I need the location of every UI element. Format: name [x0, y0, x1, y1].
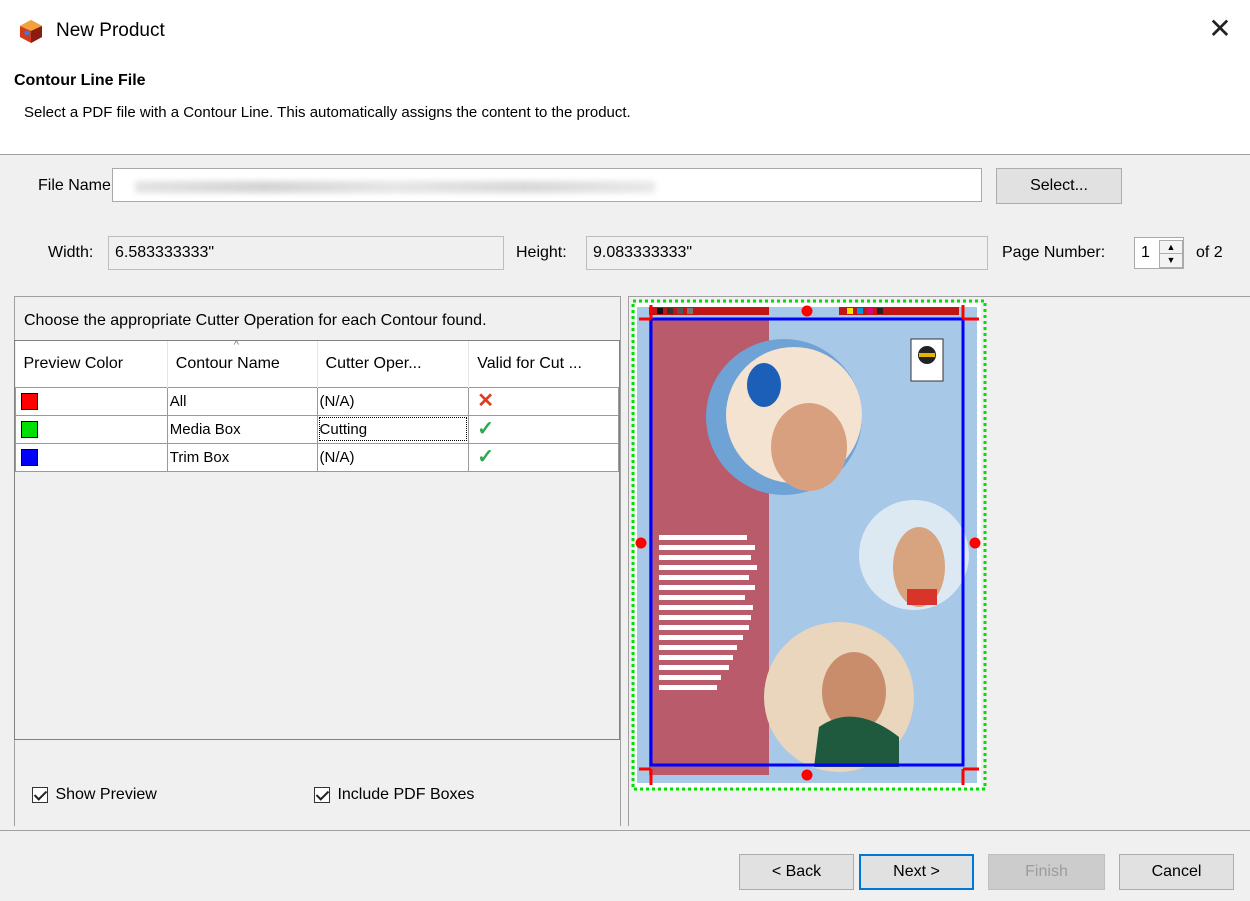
valid-for-cut-cell: ✕: [468, 386, 619, 416]
cutter-operation-cell[interactable]: (N/A): [316, 442, 470, 472]
wizard-header: Contour Line File Select a PDF file with…: [0, 62, 1250, 155]
table-header-row: Preview Color ^ Contour Name Cutter Oper…: [15, 339, 619, 387]
sort-ascending-icon: ^: [233, 339, 239, 351]
contour-name-cell: Trim Box: [166, 442, 318, 472]
step-description: Select a PDF file with a Contour Line. T…: [24, 104, 631, 121]
step-title: Contour Line File: [14, 72, 146, 89]
file-name-label: File Name:: [38, 177, 116, 194]
valid-check-icon: ✓: [477, 446, 495, 468]
page-count-label: of 2: [1196, 244, 1223, 261]
show-preview-label: Show Preview: [55, 786, 157, 803]
color-swatch: [21, 392, 38, 410]
contour-name-cell: Media Box: [166, 414, 318, 444]
contour-grid: Preview Color ^ Contour Name Cutter Oper…: [15, 339, 619, 472]
checkbox-checked-icon: [32, 786, 48, 803]
valid-for-cut-cell: ✓: [468, 414, 619, 444]
page-number-spinner[interactable]: 1 ▲ ▼: [1134, 237, 1184, 269]
cutter-operation-cell[interactable]: Cutting: [316, 414, 470, 444]
cutter-operation-cell[interactable]: (N/A): [316, 386, 470, 416]
show-preview-checkbox[interactable]: Show Preview: [32, 786, 157, 804]
preview-color-cell: [15, 414, 168, 444]
column-header-preview-color[interactable]: Preview Color: [15, 341, 168, 387]
contour-instruction: Choose the appropriate Cutter Operation …: [24, 312, 487, 329]
contour-preview-image: [631, 299, 987, 791]
column-header-valid-for-cut[interactable]: Valid for Cut ...: [468, 341, 619, 387]
back-button[interactable]: < Back: [739, 854, 854, 890]
panel-splitter[interactable]: [620, 296, 628, 826]
color-swatch: [21, 448, 38, 466]
height-field: 9.083333333": [586, 236, 988, 270]
close-icon[interactable]: ✕: [1203, 12, 1237, 46]
finish-button[interactable]: Finish: [988, 854, 1105, 890]
title-bar: New Product ✕: [0, 0, 1250, 62]
app-icon: [20, 20, 42, 43]
valid-for-cut-cell: ✓: [468, 442, 619, 472]
table-row[interactable]: Media Box Cutting ✓: [15, 414, 619, 444]
cancel-button[interactable]: Cancel: [1119, 854, 1234, 890]
invalid-cross-icon: ✕: [477, 390, 495, 412]
footer-divider: [0, 830, 1250, 831]
contour-table[interactable]: Preview Color ^ Contour Name Cutter Oper…: [14, 339, 620, 740]
column-header-contour-name[interactable]: ^ Contour Name: [167, 339, 318, 387]
window-title: New Product: [56, 20, 165, 41]
preview-pane: [628, 296, 1250, 826]
include-pdf-boxes-label: Include PDF Boxes: [337, 786, 475, 803]
column-header-contour-name-label: Contour Name: [175, 354, 280, 372]
include-pdf-boxes-checkbox[interactable]: Include PDF Boxes: [314, 786, 474, 804]
page-number-label: Page Number:: [1002, 244, 1106, 261]
table-row[interactable]: Trim Box (N/A) ✓: [15, 442, 619, 472]
preview-color-cell: [15, 386, 168, 416]
color-swatch: [21, 420, 38, 438]
contour-name-cell: All: [166, 386, 318, 416]
select-file-button[interactable]: Select...: [996, 168, 1122, 204]
width-field: 6.583333333": [108, 236, 504, 270]
width-label: Width:: [48, 244, 94, 261]
preview-color-cell: [15, 442, 168, 472]
table-row[interactable]: All (N/A) ✕: [15, 386, 619, 416]
next-button[interactable]: Next >: [859, 854, 974, 890]
file-name-input[interactable]: [112, 168, 982, 202]
height-label: Height:: [516, 244, 567, 261]
column-header-cutter-operation[interactable]: Cutter Oper...: [317, 341, 470, 387]
page-number-value: 1: [1141, 244, 1150, 261]
checkbox-checked-icon: [314, 786, 330, 803]
spin-down-icon[interactable]: ▼: [1159, 253, 1183, 268]
blurred-path: [135, 181, 655, 193]
valid-check-icon: ✓: [477, 418, 495, 440]
